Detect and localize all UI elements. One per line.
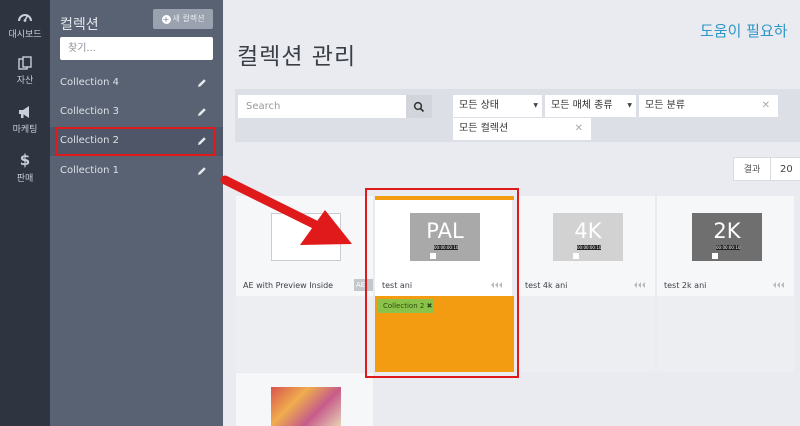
red-arrow-annotation — [220, 175, 352, 245]
